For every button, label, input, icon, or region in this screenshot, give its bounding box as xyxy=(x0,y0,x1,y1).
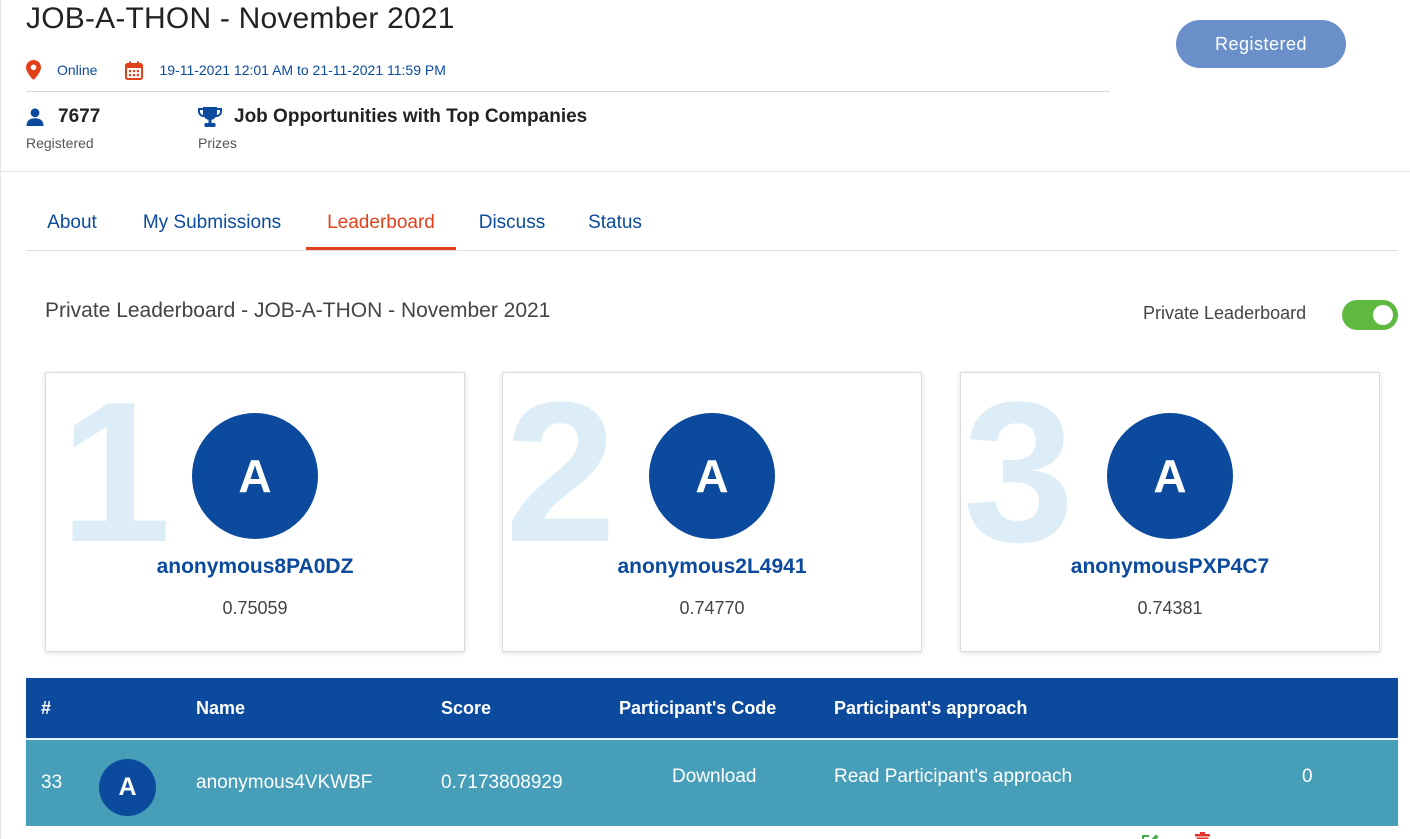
table-header: # Name Score Participant's Code Particip… xyxy=(26,678,1398,738)
column-participant-code: Participant's Code xyxy=(619,698,777,718)
row-score: 0.7173808929 xyxy=(441,772,563,793)
table-row: 33 A anonymous4VKWBF 0.7173808929 Downlo… xyxy=(26,740,1398,839)
private-leaderboard-toggle[interactable] xyxy=(1342,300,1398,330)
trophy-icon xyxy=(198,107,222,127)
podium-user-name[interactable]: anonymous8PA0DZ xyxy=(46,555,464,579)
prizes-stat: Job Opportunities with Top Companies Pri… xyxy=(198,104,587,151)
tab-leaderboard[interactable]: Leaderboard xyxy=(306,200,456,250)
trash-icon[interactable] xyxy=(1195,832,1210,839)
avatar: A xyxy=(192,413,318,539)
column-participant-approach: Participant's approach xyxy=(834,698,1028,718)
leaderboard-table: # Name Score Participant's Code Particip… xyxy=(26,678,1398,839)
podium-rank-number: 3 xyxy=(963,372,1075,584)
avatar: A xyxy=(1107,413,1233,539)
calendar-icon xyxy=(125,61,144,80)
thumbs-up-icon[interactable] xyxy=(1248,832,1267,839)
podium-score: 0.74381 xyxy=(1137,598,1203,618)
row-rank: 33 xyxy=(41,772,63,793)
private-leaderboard-label: Private Leaderboard xyxy=(1143,303,1307,323)
podium-score: 0.75059 xyxy=(222,598,288,618)
event-dates-text: 19-11-2021 12:01 AM to 21-11-2021 11:59 … xyxy=(159,62,446,78)
podium-score: 0.74770 xyxy=(679,598,745,618)
tab-status[interactable]: Status xyxy=(586,200,644,248)
location-pin-icon xyxy=(26,60,41,80)
avatar: A xyxy=(649,413,775,539)
read-approach-link[interactable]: Read Participant's approach xyxy=(834,734,1072,820)
like-count: 0 xyxy=(1302,766,1313,787)
row-name: anonymous4VKWBF xyxy=(196,772,373,793)
podium-card-3: 3 A anonymousPXP4C7 0.74381 xyxy=(960,372,1380,652)
user-icon xyxy=(26,108,44,126)
event-location: Online xyxy=(26,60,97,80)
edit-icon[interactable] xyxy=(1141,833,1160,839)
download-code-link[interactable]: Download xyxy=(672,734,757,820)
podium-user-name[interactable]: anonymous2L4941 xyxy=(503,555,921,579)
podium-card-2: 2 A anonymous2L4941 0.74770 xyxy=(502,372,922,652)
registered-stat: 7677 Registered xyxy=(26,104,100,151)
podium-card-1: 1 A anonymous8PA0DZ 0.75059 xyxy=(45,372,465,652)
tab-discuss[interactable]: Discuss xyxy=(476,200,548,248)
registered-count: 7677 xyxy=(58,106,101,127)
registered-label: Registered xyxy=(26,135,94,151)
podium-user-name[interactable]: anonymousPXP4C7 xyxy=(961,555,1379,579)
avatar: A xyxy=(99,759,156,816)
meta-divider xyxy=(26,91,1110,92)
left-edge xyxy=(0,0,1,839)
link-icon[interactable] xyxy=(1088,833,1106,839)
column-name: Name xyxy=(196,698,246,718)
prizes-label: Prizes xyxy=(198,135,237,151)
column-rank: # xyxy=(41,698,52,718)
tab-bar: About My Submissions Leaderboard Discuss… xyxy=(26,200,1398,251)
header-divider xyxy=(0,171,1410,172)
toggle-knob xyxy=(1373,305,1393,325)
tab-my-submissions[interactable]: My Submissions xyxy=(138,200,286,248)
podium-rank-number: 2 xyxy=(505,372,617,584)
column-score: Score xyxy=(441,698,492,718)
registered-button[interactable]: Registered xyxy=(1176,20,1346,68)
download-icon[interactable] xyxy=(619,833,637,839)
event-location-text: Online xyxy=(57,62,98,78)
leaderboard-title: Private Leaderboard - JOB-A-THON - Novem… xyxy=(45,299,551,322)
event-dates: 19-11-2021 12:01 AM to 21-11-2021 11:59 … xyxy=(125,61,446,80)
podium-rank-number: 1 xyxy=(60,372,172,584)
event-meta: Online 19-11-2021 12:01 AM to 21-11-2021… xyxy=(26,58,446,82)
page: JOB-A-THON - November 2021 Online 19-11-… xyxy=(0,0,1410,839)
tab-about[interactable]: About xyxy=(46,200,98,248)
event-title: JOB-A-THON - November 2021 xyxy=(26,2,455,35)
prize-text: Job Opportunities with Top Companies xyxy=(234,106,588,127)
